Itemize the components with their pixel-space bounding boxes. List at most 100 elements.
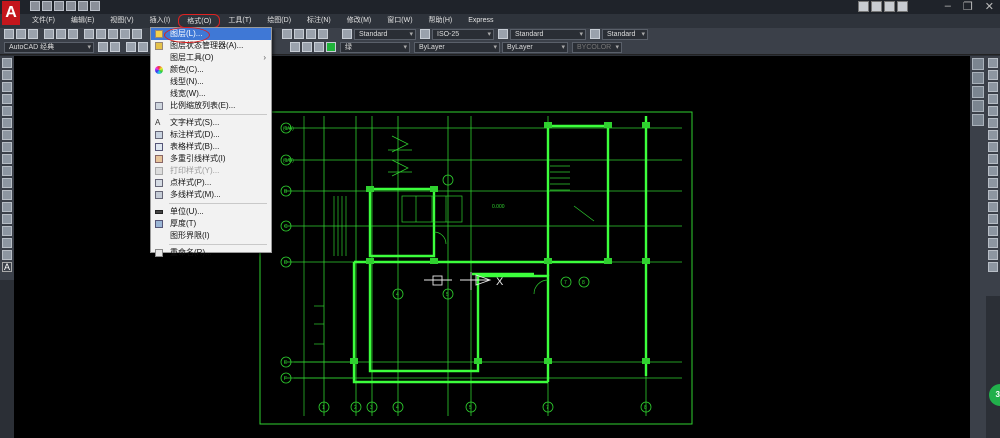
copy-object-icon[interactable]	[988, 70, 998, 80]
mirror-icon[interactable]	[988, 82, 998, 92]
dim-style-select[interactable]: ISO-25	[432, 29, 494, 40]
table-style-select[interactable]: Standard	[510, 29, 586, 40]
open-icon[interactable]	[16, 29, 26, 39]
menu-linetype[interactable]: 线型(N)...	[151, 76, 271, 88]
close-icon[interactable]: ✕	[985, 0, 994, 13]
help-icon[interactable]	[897, 1, 908, 12]
chamfer-icon[interactable]	[988, 226, 998, 236]
save-icon[interactable]	[28, 29, 38, 39]
join-icon[interactable]	[988, 214, 998, 224]
break-icon[interactable]	[988, 202, 998, 212]
layer-off-icon[interactable]	[972, 72, 984, 84]
menu-draw[interactable]: 绘图(D)	[259, 14, 299, 28]
restore-icon[interactable]: ❐	[963, 0, 973, 13]
user-icon[interactable]	[871, 1, 882, 12]
zoom-icon[interactable]	[294, 29, 304, 39]
mleader-style-select[interactable]: Standard	[602, 29, 648, 40]
menu-layer-states[interactable]: 图层状态管理器(A)...	[151, 40, 271, 52]
table-style-icon[interactable]	[498, 29, 508, 39]
move-icon[interactable]	[988, 118, 998, 128]
menu-point-style[interactable]: 点样式(P)...	[151, 177, 271, 189]
status-badge[interactable]: 38	[989, 384, 1000, 406]
ellipse-arc-icon[interactable]	[2, 178, 12, 188]
stretch-icon[interactable]	[988, 154, 998, 164]
open-file-icon[interactable]	[42, 1, 52, 11]
preview-icon[interactable]	[56, 29, 66, 39]
menu-tools[interactable]: 工具(T)	[220, 14, 259, 28]
menu-thickness[interactable]: 厚度(T)	[151, 218, 271, 230]
make-block-icon[interactable]	[2, 202, 12, 212]
layer-states-icon[interactable]	[314, 42, 324, 52]
ellipse-icon[interactable]	[2, 166, 12, 176]
menu-file[interactable]: 文件(F)	[24, 14, 63, 28]
lightbulb-icon[interactable]	[138, 42, 148, 52]
mleader-style-icon[interactable]	[590, 29, 600, 39]
workspace-settings-icon[interactable]	[98, 42, 108, 52]
menu-drawing-limits[interactable]: 图形界限(I)	[151, 230, 271, 242]
mtext-icon[interactable]: A	[2, 262, 12, 272]
exchange-icon[interactable]	[884, 1, 895, 12]
undo-icon[interactable]	[132, 29, 142, 39]
text-style-icon[interactable]	[342, 29, 352, 39]
color-select[interactable]: 绿	[340, 42, 410, 53]
workspace-select[interactable]: AutoCAD 经典	[4, 42, 94, 53]
menu-layer-tools[interactable]: 图层工具(O) ›	[151, 52, 271, 64]
trim-icon[interactable]	[988, 166, 998, 176]
explode-icon[interactable]	[988, 262, 998, 272]
new-icon[interactable]	[4, 29, 14, 39]
minimize-icon[interactable]: –	[945, 0, 951, 13]
print-icon[interactable]	[66, 1, 76, 11]
erase-icon[interactable]	[988, 58, 998, 68]
lineweight-select[interactable]: ByLayer	[502, 42, 568, 53]
extend-icon[interactable]	[988, 178, 998, 188]
linetype-select[interactable]: ByLayer	[414, 42, 500, 53]
match-prop-icon[interactable]	[120, 29, 130, 39]
layer-lock-icon[interactable]	[972, 114, 984, 126]
construction-line-icon[interactable]	[2, 70, 12, 80]
menu-insert[interactable]: 插入(I)	[142, 14, 179, 28]
new-file-icon[interactable]	[30, 1, 40, 11]
polyline-icon[interactable]	[2, 82, 12, 92]
region-icon[interactable]	[2, 250, 12, 260]
menu-scale-list[interactable]: 比例缩放列表(E)...	[151, 100, 271, 112]
layer-manager-icon[interactable]	[126, 42, 136, 52]
app-logo[interactable]: A	[2, 1, 20, 25]
search-icon[interactable]	[858, 1, 869, 12]
menu-format[interactable]: 格式(O)	[178, 14, 221, 28]
layer-properties-icon[interactable]	[972, 58, 984, 70]
array-icon[interactable]	[988, 106, 998, 116]
layer-isolate-icon[interactable]	[972, 86, 984, 98]
rotate-icon[interactable]	[988, 130, 998, 140]
menu-express[interactable]: Express	[460, 14, 501, 28]
menu-text-style[interactable]: A 文字样式(S)...	[151, 117, 271, 129]
break-point-icon[interactable]	[988, 190, 998, 200]
menu-dim-style[interactable]: 标注样式(D)...	[151, 129, 271, 141]
fillet-icon[interactable]	[988, 238, 998, 248]
circle-icon[interactable]	[2, 130, 12, 140]
redo-icon[interactable]	[90, 1, 100, 11]
make-current-icon[interactable]	[290, 42, 300, 52]
line-icon[interactable]	[2, 58, 12, 68]
dim-style-icon[interactable]	[420, 29, 430, 39]
gear-icon[interactable]	[110, 42, 120, 52]
save-icon[interactable]	[54, 1, 64, 11]
properties-icon[interactable]	[306, 29, 316, 39]
menu-view[interactable]: 视图(V)	[102, 14, 141, 28]
spline-icon[interactable]	[2, 154, 12, 164]
design-center-icon[interactable]	[318, 29, 328, 39]
menu-edit[interactable]: 编辑(E)	[63, 14, 102, 28]
paste-icon[interactable]	[108, 29, 118, 39]
layer-previous-icon[interactable]	[302, 42, 312, 52]
menu-lineweight[interactable]: 线宽(W)...	[151, 88, 271, 100]
print-icon[interactable]	[44, 29, 54, 39]
pan-icon[interactable]	[282, 29, 292, 39]
menu-help[interactable]: 帮助(H)	[421, 14, 461, 28]
cut-icon[interactable]	[84, 29, 94, 39]
text-style-select[interactable]: Standard	[354, 29, 416, 40]
hatch-icon[interactable]	[2, 226, 12, 236]
menu-layer[interactable]: 图层(L)...	[151, 28, 271, 40]
offset-icon[interactable]	[988, 94, 998, 104]
copy-icon[interactable]	[96, 29, 106, 39]
menu-table-style[interactable]: 表格样式(B)...	[151, 141, 271, 153]
menu-modify[interactable]: 修改(M)	[339, 14, 380, 28]
